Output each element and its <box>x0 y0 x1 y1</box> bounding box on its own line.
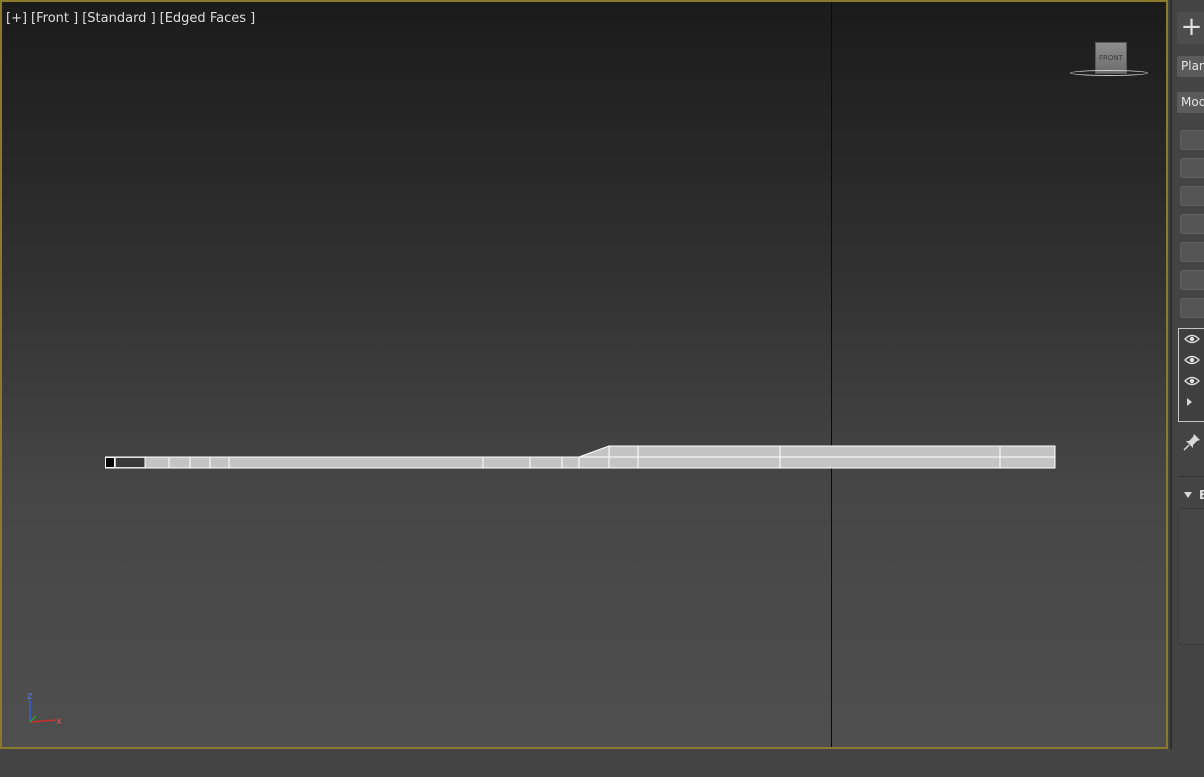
axis-tripod-icon: z x <box>27 691 62 727</box>
modifier-set-button-1[interactable] <box>1180 130 1204 150</box>
stack-row[interactable] <box>1179 350 1204 371</box>
eye-icon[interactable] <box>1184 334 1200 344</box>
eye-icon[interactable] <box>1184 376 1200 386</box>
axis-z-label: z <box>27 691 32 702</box>
modifier-set-button-6[interactable] <box>1180 270 1204 290</box>
viewport-point-of-view-menu[interactable]: [Front ] <box>31 11 78 26</box>
stack-row[interactable] <box>1179 392 1204 413</box>
modifier-set-button-2[interactable] <box>1180 158 1204 178</box>
grid-axis-line <box>831 2 832 747</box>
rollout-header[interactable]: B <box>1178 486 1204 506</box>
object-category-dropdown[interactable]: Plane <box>1177 56 1204 77</box>
panel-divider <box>1178 476 1204 477</box>
viewport-display-menu[interactable]: [Edged Faces ] <box>160 11 256 26</box>
bottom-strip <box>0 749 1204 777</box>
front-viewport[interactable]: [+] [Front ] [Standard ] [Edged Faces ] FRO… <box>0 0 1168 749</box>
pin-stack-icon[interactable] <box>1182 432 1202 452</box>
rollout-body <box>1178 508 1204 645</box>
viewport-shading-menu[interactable]: [Standard ] <box>82 11 155 26</box>
scene-model-wireframe[interactable] <box>105 444 1065 474</box>
modifier-stack <box>1178 328 1204 422</box>
viewcube-compass-ring[interactable] <box>1070 70 1148 76</box>
modifier-set-button-3[interactable] <box>1180 186 1204 206</box>
expand-triangle-icon[interactable] <box>1187 398 1192 406</box>
modifier-list-dropdown[interactable]: Modifier List <box>1177 92 1204 113</box>
viewport-general-menu[interactable]: [+] <box>6 11 27 26</box>
modifier-set-button-5[interactable] <box>1180 242 1204 262</box>
eye-icon[interactable] <box>1184 355 1200 365</box>
create-tab-button[interactable]: + <box>1177 12 1204 44</box>
stack-row[interactable] <box>1179 371 1204 392</box>
modifier-set-button-4[interactable] <box>1180 214 1204 234</box>
viewcube[interactable]: FRONT <box>1068 40 1152 84</box>
modifier-set-button-7[interactable] <box>1180 298 1204 318</box>
viewport-label-menu: [+] [Front ] [Standard ] [Edged Faces ] <box>6 11 259 26</box>
stack-row[interactable] <box>1179 329 1204 350</box>
rollout-title: B <box>1199 488 1204 502</box>
command-panel: + Plane Modifier List <box>1170 0 1204 749</box>
collapse-triangle-icon[interactable] <box>1184 492 1192 498</box>
axis-x-label: x <box>56 716 62 727</box>
